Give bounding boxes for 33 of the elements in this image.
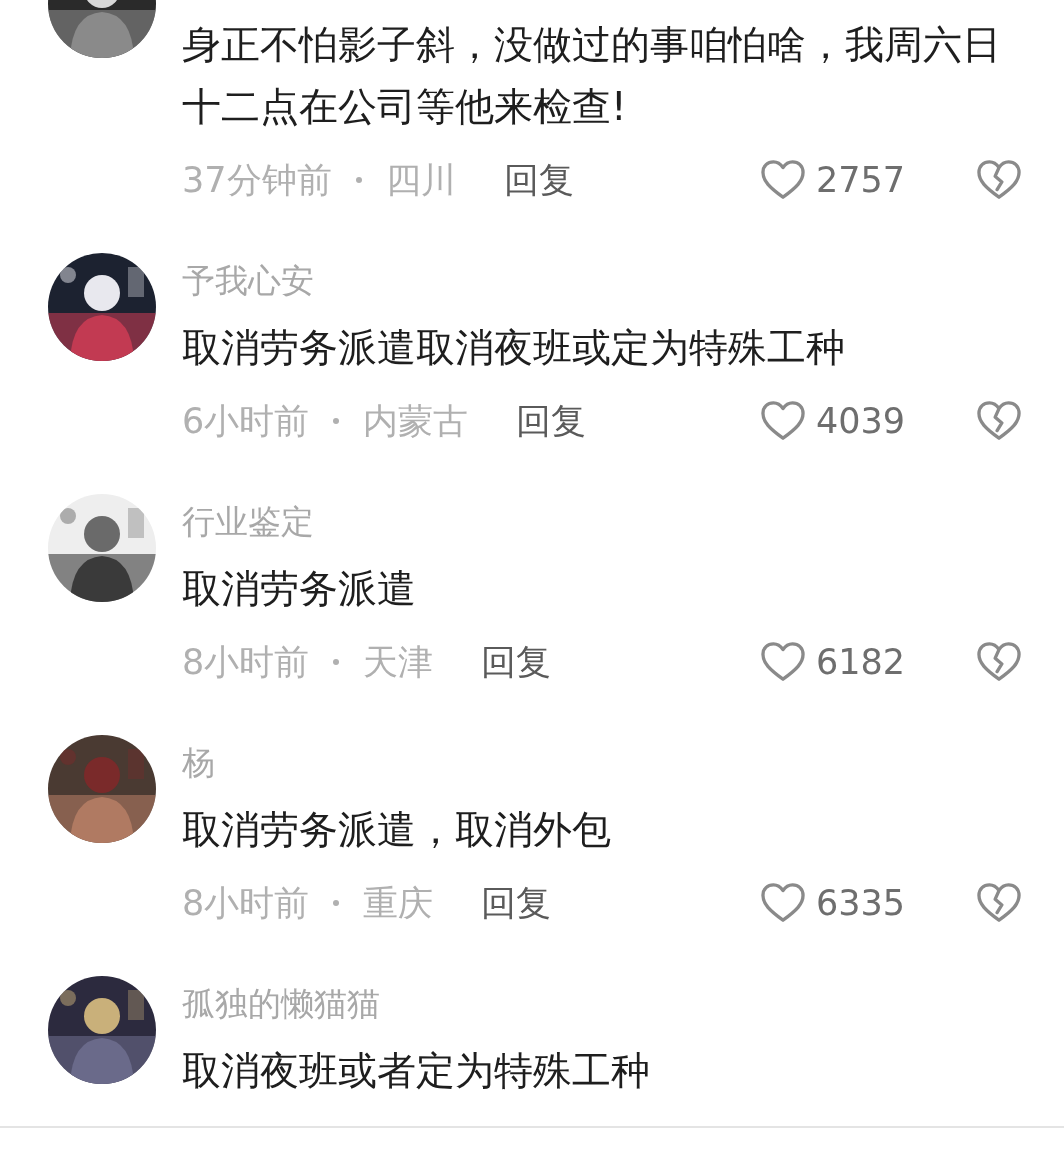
- separator-dot: [333, 418, 340, 424]
- like-count: 6335: [816, 883, 907, 923]
- comment-location: 四川: [385, 158, 456, 202]
- comment-location: 内蒙古: [363, 399, 469, 443]
- like-count: 2757: [816, 160, 907, 200]
- comment-time: 8小时前: [182, 640, 310, 684]
- broken-heart-icon[interactable]: [976, 159, 1022, 201]
- like-count: 6182: [816, 642, 907, 682]
- comment-text: 取消夜班或者定为特殊工种: [182, 1047, 651, 1095]
- comment-text: 取消劳务派遣: [182, 565, 417, 613]
- broken-heart-icon[interactable]: [976, 882, 1022, 924]
- reply-button[interactable]: 回复: [503, 156, 574, 204]
- like-icon[interactable]: [760, 641, 806, 683]
- reply-button[interactable]: 回复: [481, 879, 552, 927]
- comment-text: 取消劳务派遣，取消外包: [182, 806, 612, 854]
- like-icon[interactable]: [760, 882, 806, 924]
- comment-text: 取消劳务派遣取消夜班或定为特殊工种: [182, 324, 846, 372]
- comment-text: 身正不怕影子斜，没做过的事咱怕啥，我周六日十二点在公司等他来检查!: [182, 21, 1002, 131]
- reply-button[interactable]: 回复: [516, 397, 587, 445]
- separator-dot: [333, 659, 340, 665]
- comment-time: 6小时前: [182, 399, 310, 443]
- separator-dot: [333, 900, 340, 906]
- comment-location: 重庆: [363, 881, 434, 925]
- broken-heart-icon[interactable]: [976, 641, 1022, 683]
- comment-time: 8小时前: [182, 881, 310, 925]
- comment-location: 天津: [363, 640, 434, 684]
- broken-heart-icon[interactable]: [976, 400, 1022, 442]
- comment-time: 37分钟前: [182, 158, 332, 202]
- like-icon[interactable]: [760, 159, 806, 201]
- reply-button[interactable]: 回复: [481, 638, 552, 686]
- separator-dot: [355, 177, 362, 183]
- like-icon[interactable]: [760, 400, 806, 442]
- like-count: 4039: [816, 401, 907, 441]
